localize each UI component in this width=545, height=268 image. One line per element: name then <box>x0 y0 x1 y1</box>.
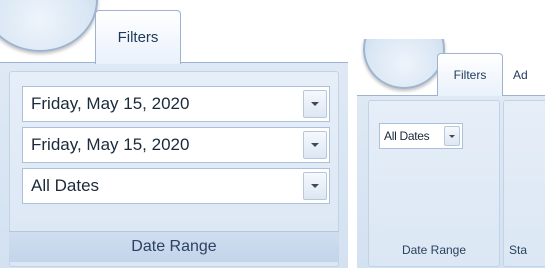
date-range-select[interactable]: All Dates <box>22 168 330 204</box>
group-caption: Date Range <box>9 231 339 262</box>
start-date-value: Friday, May 15, 2020 <box>31 94 190 113</box>
ribbon-large: Filters Friday, May 15, 2020 Friday, May… <box>0 0 348 268</box>
end-date-dropdown-button[interactable] <box>303 131 327 159</box>
start-date-dropdown-button[interactable] <box>303 90 327 118</box>
end-date-picker[interactable]: Friday, May 15, 2020 <box>22 127 330 163</box>
tab-ad[interactable]: Ad <box>507 53 545 96</box>
group-caption: Date Range <box>401 243 467 257</box>
tab-label: Filters <box>117 29 159 46</box>
tab-filters[interactable]: Filters <box>437 53 503 96</box>
tab-filters[interactable]: Filters <box>95 10 181 64</box>
application-menu-button[interactable] <box>0 0 98 52</box>
group-caption-status: Sta <box>509 243 528 257</box>
chevron-down-icon <box>311 102 319 106</box>
date-range-value: All Dates <box>31 176 100 195</box>
chevron-down-icon <box>311 143 319 147</box>
chevron-down-icon <box>311 184 319 188</box>
chevron-down-icon <box>449 134 455 138</box>
date-range-dropdown-button[interactable] <box>444 126 460 146</box>
date-range-select[interactable]: All Dates <box>379 123 463 149</box>
end-date-value: Friday, May 15, 2020 <box>31 135 190 154</box>
application-menu-button[interactable] <box>363 39 445 89</box>
ribbon-tab-strip: Filters <box>0 0 348 64</box>
tab-label: Filters <box>453 68 487 82</box>
date-range-value: All Dates <box>384 129 430 143</box>
tab-label: Ad <box>513 67 528 82</box>
ribbon-tab-strip: Filters Ad <box>357 39 545 96</box>
date-range-dropdown-button[interactable] <box>303 172 327 200</box>
ribbon-small: Filters Ad All Dates Date Range Sta <box>357 39 545 268</box>
start-date-picker[interactable]: Friday, May 15, 2020 <box>22 86 330 122</box>
